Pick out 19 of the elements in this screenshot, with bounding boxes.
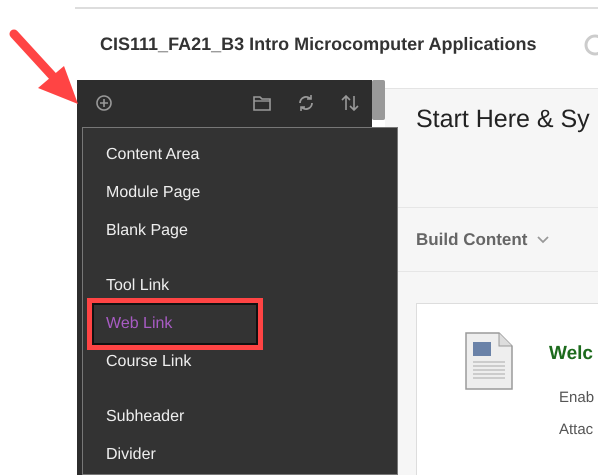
build-content-button[interactable]: Build Content xyxy=(416,226,550,252)
refresh-icon[interactable] xyxy=(296,93,316,113)
menu-item[interactable]: Blank Page xyxy=(106,220,188,242)
add-icon[interactable] xyxy=(95,94,113,112)
document-icon[interactable] xyxy=(465,332,513,390)
menu-item[interactable]: Course Link xyxy=(106,351,192,373)
course-title: CIS111_FA21_B3 Intro Microcomputer Applications xyxy=(100,33,536,56)
folder-icon[interactable] xyxy=(252,94,272,112)
item-description: Attac xyxy=(559,420,594,440)
chevron-down-icon xyxy=(537,236,550,244)
menu-item[interactable]: Tool Link xyxy=(106,275,170,297)
scrollbar[interactable] xyxy=(372,80,385,120)
item-title[interactable]: Welc xyxy=(549,340,594,368)
menu-item[interactable]: Content Area xyxy=(106,144,200,166)
menu-item[interactable]: Subheader xyxy=(106,406,184,428)
item-description: Enab xyxy=(559,388,594,408)
menu-item[interactable]: Divider xyxy=(106,444,156,466)
menu-item[interactable]: Module Page xyxy=(106,182,200,204)
sort-icon[interactable] xyxy=(340,93,360,113)
